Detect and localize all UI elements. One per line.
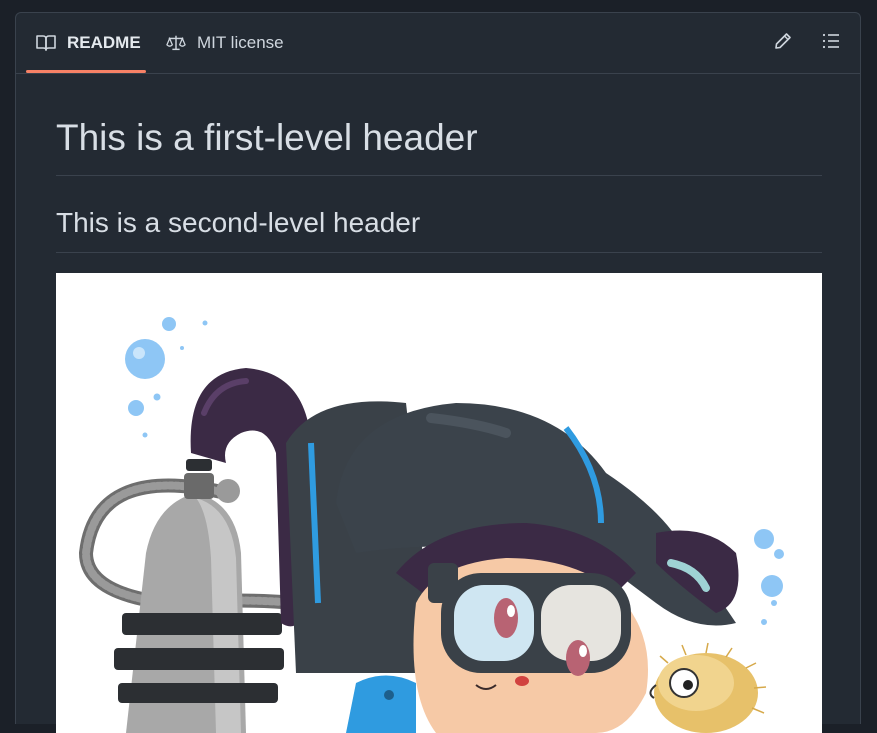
octocat-illustration <box>78 317 784 733</box>
law-scale-icon <box>166 33 186 53</box>
octocat-scuba-image <box>56 273 822 733</box>
book-icon <box>36 33 56 53</box>
tab-readme-label: README <box>67 33 141 52</box>
readme-panel: README MIT license This is a first-level… <box>15 12 861 733</box>
first-level-header: This is a first-level header <box>56 117 478 158</box>
header-divider <box>56 175 822 176</box>
active-tab-indicator <box>26 70 146 73</box>
list-icon <box>822 33 840 54</box>
tab-mit-license[interactable]: MIT license <box>166 13 284 73</box>
tab-mit-license-label: MIT license <box>197 33 284 52</box>
edit-readme-button[interactable] <box>771 31 795 55</box>
tab-readme[interactable]: README <box>36 13 141 73</box>
second-level-header: This is a second-level header <box>56 207 421 238</box>
subheader-divider <box>56 252 822 253</box>
readme-tab-bar: README MIT license <box>16 13 861 74</box>
pencil-icon <box>774 32 792 55</box>
outline-button[interactable] <box>819 31 843 55</box>
